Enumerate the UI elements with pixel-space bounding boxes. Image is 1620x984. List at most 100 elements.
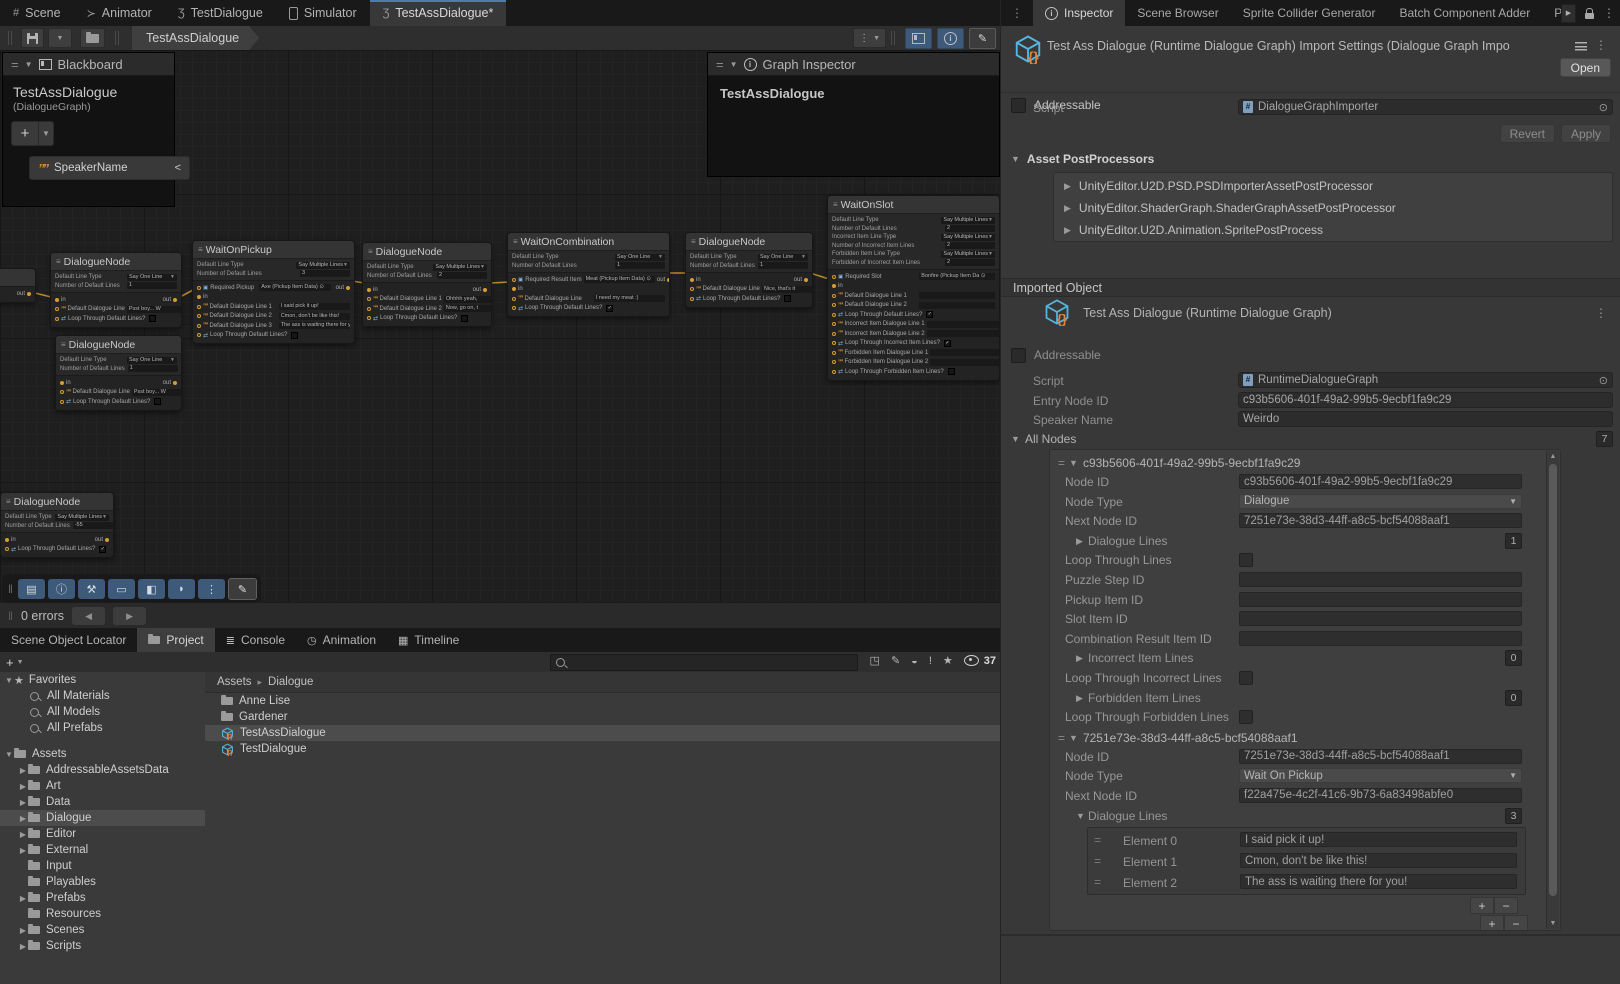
tree-favorites[interactable]: ▼★Favorites <box>0 672 205 688</box>
checkbox[interactable]: ✓ <box>99 546 106 553</box>
previous-error-button[interactable]: ◀ <box>72 607 105 625</box>
field-value[interactable]: The ass is waiting there for y <box>279 322 350 329</box>
dropdown-field[interactable]: Wait On Pickup▼ <box>1239 768 1522 783</box>
text-field[interactable] <box>1239 572 1522 587</box>
eye-icon[interactable] <box>964 655 979 666</box>
element-value-field[interactable]: The ass is waiting there for you! <box>1240 874 1517 889</box>
checkbox[interactable] <box>149 315 156 322</box>
parameter-dropdown[interactable]: Say One Line▼ <box>615 254 665 261</box>
addressable-checkbox[interactable] <box>1011 348 1026 363</box>
graph-inspector-panel[interactable]: = ▼ i Graph Inspector TestAssDialogue <box>707 52 1000 177</box>
output-port-icon[interactable] <box>804 278 808 282</box>
field-port-icon[interactable] <box>832 341 836 345</box>
apply-button[interactable]: Apply <box>1561 124 1611 143</box>
drag-handle-icon[interactable]: = <box>1094 854 1101 868</box>
save-dropdown-button[interactable]: ▼ <box>48 28 72 48</box>
minibar-window-icon[interactable]: ▭ <box>108 579 135 599</box>
field-value[interactable]: Nice, that's it <box>762 286 813 293</box>
drag-handle-icon[interactable]: ‖ <box>8 609 13 623</box>
inspector-tab-scene-browser[interactable]: Scene Browser <box>1125 0 1230 26</box>
graph-node-dialoguenode[interactable]: ≡DialogueNodeDefault Line TypeSay One Li… <box>685 232 813 308</box>
postprocessor-item[interactable]: ▶UnityEditor.U2D.Animation.SpritePostPro… <box>1054 219 1612 241</box>
toggle-graph-inspector-button[interactable]: i <box>937 28 964 49</box>
foldout-arrow-icon[interactable]: ▶ <box>1076 653 1083 664</box>
remove-node-button[interactable]: − <box>1504 915 1528 931</box>
parameter-dropdown[interactable]: Say Multiple Lines▼ <box>941 251 995 258</box>
asset-item-gardener[interactable]: Gardener <box>205 709 1000 725</box>
tree-item-playables[interactable]: Playables <box>0 874 205 890</box>
foldout-arrow-icon[interactable]: ▶ <box>1076 536 1083 547</box>
field-port-icon[interactable] <box>832 351 836 355</box>
dropdown-field[interactable]: Dialogue▼ <box>1239 494 1522 509</box>
field-value[interactable]: Psst boy... W <box>127 306 182 313</box>
graph-canvas[interactable]: = ▼ Blackboard TestAssDialogue (Dialogue… <box>0 50 1000 602</box>
input-port-icon[interactable] <box>55 298 59 302</box>
field-value[interactable] <box>919 292 995 299</box>
tree-item-scripts[interactable]: ▶Scripts <box>0 938 205 954</box>
input-port-icon[interactable] <box>512 287 516 291</box>
field-value[interactable]: Cmon, don't be like this! <box>279 313 350 320</box>
output-port-icon[interactable] <box>173 381 177 385</box>
output-port-icon[interactable] <box>483 288 487 292</box>
field-port-icon[interactable] <box>197 305 201 309</box>
text-field[interactable] <box>1239 611 1522 626</box>
graph-node-dialoguenode[interactable]: ≡DialogueNodeDefault Line TypeSay One Li… <box>50 252 182 328</box>
project-asset-list[interactable]: Assets ▸ Dialogue Anne LiseGardener{}Tes… <box>205 672 1000 984</box>
header-kebab-icon[interactable]: ⋮ <box>1595 38 1607 52</box>
postprocessor-item[interactable]: ▶UnityEditor.U2D.PSD.PSDImporterAssetPos… <box>1054 175 1612 197</box>
revert-button[interactable]: Revert <box>1500 124 1555 143</box>
element-value-field[interactable]: I said pick it up! <box>1240 832 1517 847</box>
add-node-button[interactable]: + <box>1480 915 1504 931</box>
parameter-field[interactable]: -55 <box>73 522 114 529</box>
window-kebab-icon[interactable]: ⋮ <box>1001 0 1033 26</box>
panel-tab-project[interactable]: Project <box>137 628 214 652</box>
parameter-dropdown[interactable]: Say One Line▼ <box>758 254 808 261</box>
field-port-icon[interactable] <box>832 360 836 364</box>
parameter-dropdown[interactable]: Say Multiple Lines▼ <box>296 262 350 269</box>
more-tabs-button[interactable]: ▶ <box>1561 4 1576 23</box>
inspector-tab-sprite-collider-generator[interactable]: Sprite Collider Generator <box>1231 0 1388 26</box>
project-search[interactable] <box>550 654 858 671</box>
star-icon[interactable]: ★ <box>943 654 953 667</box>
field-port-icon[interactable] <box>55 307 59 311</box>
lock-icon[interactable] <box>1585 13 1594 19</box>
inspector-tab-batch-component-adder[interactable]: Batch Component Adder <box>1387 0 1542 26</box>
field-port-icon[interactable] <box>60 390 64 394</box>
foldout-arrow-icon[interactable]: ▼ <box>1076 811 1085 821</box>
parameter-field[interactable]: 2 <box>945 242 995 249</box>
graph-node-waitonslot[interactable]: ≡WaitOnSlotDefault Line TypeSay Multiple… <box>827 195 1000 381</box>
blackboard-panel[interactable]: = ▼ Blackboard TestAssDialogue (Dialogue… <box>2 52 175 207</box>
field-port-icon[interactable] <box>5 547 9 551</box>
graph-inspector-header[interactable]: = ▼ i Graph Inspector <box>708 53 999 76</box>
checkbox[interactable] <box>291 332 298 339</box>
field-port-icon[interactable] <box>690 297 694 301</box>
parameter-field[interactable]: 1 <box>128 365 178 372</box>
foldout-arrow-icon[interactable]: ▶ <box>18 846 28 855</box>
tag-icon[interactable]: ◒ <box>911 655 918 667</box>
minibar-info-icon[interactable]: ⓘ <box>48 579 75 599</box>
scroll-down-icon[interactable]: ▼ <box>1547 920 1559 927</box>
field-port-icon[interactable] <box>197 333 201 337</box>
checkbox[interactable]: ✓ <box>926 311 933 318</box>
input-port-icon[interactable] <box>60 381 64 385</box>
foldout-arrow-icon[interactable]: ▶ <box>18 926 28 935</box>
input-port-icon[interactable] <box>5 538 9 542</box>
parameter-field[interactable]: 2 <box>945 259 995 266</box>
open-button[interactable]: Open <box>1560 58 1611 77</box>
scroll-up-icon[interactable]: ▲ <box>1547 453 1559 460</box>
presets-icon[interactable] <box>1575 41 1587 51</box>
field-port-icon[interactable] <box>367 297 371 301</box>
minibar-blackboard-icon[interactable]: ◧ <box>138 579 165 599</box>
graph-node-dialoguenode[interactable]: ≡DialogueNodeDefault Line TypeSay Multip… <box>0 492 114 558</box>
graph-node-dialoguenode[interactable]: ≡DialogueNodeDefault Line TypeSay One Li… <box>55 335 182 411</box>
input-port-icon[interactable] <box>832 284 836 288</box>
graph-node-waitoncombination[interactable]: ≡WaitOnCombinationDefault Line TypeSay O… <box>507 232 670 317</box>
tab-animator[interactable]: ≻Animator <box>74 0 165 26</box>
checkbox[interactable] <box>784 295 791 302</box>
minibar-tools-icon[interactable]: ⚒ <box>78 579 105 599</box>
panel-tab-console[interactable]: ≣Console <box>215 628 296 652</box>
parameter-field[interactable]: 2 <box>945 225 995 232</box>
add-element-button[interactable]: + <box>1470 897 1494 914</box>
minibar-pen-icon[interactable]: ✎ <box>228 578 257 600</box>
asset-item-testdialogue[interactable]: {}TestDialogue <box>205 741 1000 757</box>
